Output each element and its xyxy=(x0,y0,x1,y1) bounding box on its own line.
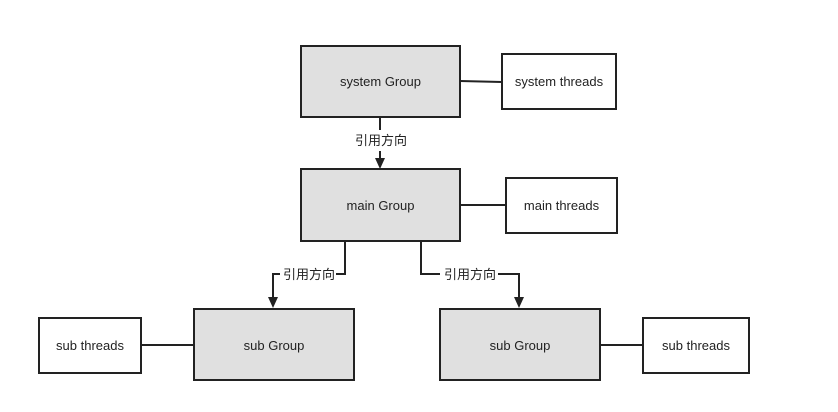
node-system-threads-label: system threads xyxy=(515,74,604,89)
node-sub-threads-right-label: sub threads xyxy=(662,338,730,353)
node-sub-group-right: sub Group xyxy=(439,308,601,381)
node-sub-group-left-label: sub Group xyxy=(244,338,305,353)
node-sub-threads-left: sub threads xyxy=(38,317,142,374)
node-main-threads-label: main threads xyxy=(524,198,600,213)
connector-system-group-to-system-threads xyxy=(459,80,503,83)
node-main-threads: main threads xyxy=(505,177,618,234)
edge-label-main-to-sub-left: 引用方向 xyxy=(283,267,335,283)
node-sub-group-right-label: sub Group xyxy=(490,338,551,353)
node-system-threads: system threads xyxy=(501,53,617,110)
node-system-group: system Group xyxy=(300,45,461,118)
diagram-canvas: 引用方向 引用方向 引用方向 system Group system threa… xyxy=(38,45,750,381)
node-sub-threads-right: sub threads xyxy=(642,317,750,374)
edge-label-system-to-main: 引用方向 xyxy=(355,133,407,149)
node-main-group-label: main Group xyxy=(347,198,415,213)
node-system-group-label: system Group xyxy=(340,74,421,89)
node-sub-group-left: sub Group xyxy=(193,308,355,381)
edge-label-main-to-sub-right: 引用方向 xyxy=(444,267,496,283)
node-main-group: main Group xyxy=(300,168,461,242)
node-sub-threads-left-label: sub threads xyxy=(56,338,124,353)
